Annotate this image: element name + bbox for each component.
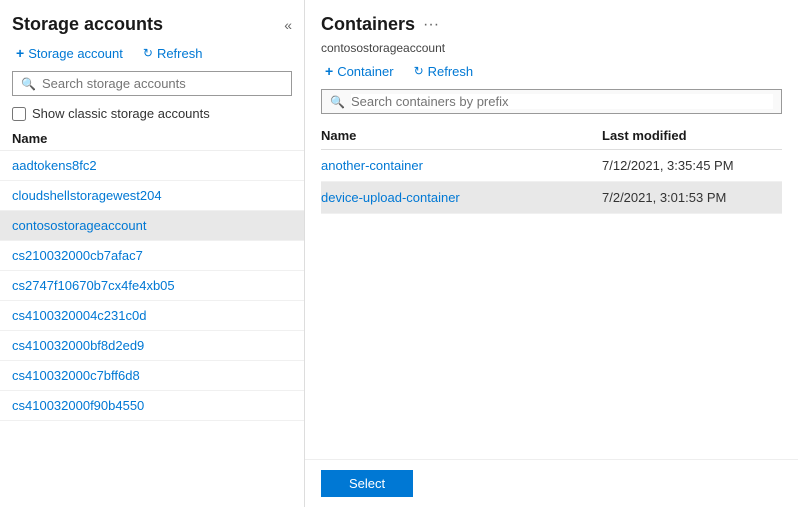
classic-accounts-checkbox-row: Show classic storage accounts [0, 102, 304, 127]
classic-accounts-label: Show classic storage accounts [32, 106, 210, 121]
left-search-input[interactable] [42, 76, 283, 91]
left-panel-title: Storage accounts [12, 14, 163, 35]
add-container-button[interactable]: + Container [321, 61, 398, 81]
add-container-plus-icon: + [325, 63, 333, 79]
left-toolbar: + Storage account ↻ Refresh [0, 43, 304, 71]
main-layout: Storage accounts « + Storage account ↻ R… [0, 0, 798, 507]
accounts-list-header: Name [0, 127, 304, 151]
add-storage-account-label: Storage account [28, 46, 123, 61]
account-list-item[interactable]: cs410032000bf8d2ed9 [0, 331, 304, 361]
right-panel: Containers ··· contosostorageaccount + C… [305, 0, 798, 507]
select-button[interactable]: Select [321, 470, 413, 497]
right-search-icon: 🔍 [330, 95, 345, 109]
table-row[interactable]: device-upload-container7/2/2021, 3:01:53… [321, 182, 782, 214]
right-panel-header: Containers ··· [305, 0, 798, 41]
right-refresh-icon: ↻ [414, 64, 424, 78]
account-list-item[interactable]: cloudshellstoragewest204 [0, 181, 304, 211]
classic-accounts-checkbox[interactable] [12, 107, 26, 121]
left-refresh-icon: ↻ [143, 46, 153, 60]
account-list-item[interactable]: aadtokens8fc2 [0, 151, 304, 181]
add-container-label: Container [337, 64, 393, 79]
right-search-box: 🔍 [321, 89, 782, 114]
right-refresh-label: Refresh [428, 64, 474, 79]
account-list-item[interactable]: cs210032000cb7afac7 [0, 241, 304, 271]
account-list-item[interactable]: cs2747f10670b7cx4fe4xb05 [0, 271, 304, 301]
more-options-icon[interactable]: ··· [423, 16, 439, 34]
containers-table-header: Name Last modified [321, 122, 782, 150]
account-list-item[interactable]: cs410032000c7bff6d8 [0, 361, 304, 391]
right-toolbar: + Container ↻ Refresh [305, 61, 798, 89]
col-header-name: Name [321, 128, 602, 143]
right-refresh-button[interactable]: ↻ Refresh [410, 62, 478, 81]
footer-bar: Select [305, 459, 798, 507]
right-search-container: 🔍 [305, 89, 798, 122]
left-refresh-button[interactable]: ↻ Refresh [139, 44, 207, 63]
account-list-item[interactable]: cs410032000f90b4550 [0, 391, 304, 421]
accounts-list: aadtokens8fc2cloudshellstoragewest204con… [0, 151, 304, 507]
container-modified-cell: 7/12/2021, 3:35:45 PM [602, 158, 782, 173]
right-panel-subtitle: contosostorageaccount [305, 41, 798, 61]
left-refresh-label: Refresh [157, 46, 203, 61]
add-storage-account-button[interactable]: + Storage account [12, 43, 127, 63]
left-search-icon: 🔍 [21, 77, 36, 91]
container-name-cell: another-container [321, 158, 602, 173]
account-list-item[interactable]: cs4100320004c231c0d [0, 301, 304, 331]
container-modified-cell: 7/2/2021, 3:01:53 PM [602, 190, 782, 205]
col-header-modified: Last modified [602, 128, 782, 143]
right-search-input[interactable] [351, 94, 773, 109]
containers-table: Name Last modified another-container7/12… [305, 122, 798, 459]
left-search-box: 🔍 [12, 71, 292, 96]
left-panel: Storage accounts « + Storage account ↻ R… [0, 0, 305, 507]
left-panel-header: Storage accounts « [0, 0, 304, 43]
plus-icon: + [16, 45, 24, 61]
right-title-row: Containers ··· [321, 14, 439, 35]
table-row[interactable]: another-container7/12/2021, 3:35:45 PM [321, 150, 782, 182]
container-name-cell: device-upload-container [321, 190, 602, 205]
account-list-item[interactable]: contosostorageaccount [0, 211, 304, 241]
collapse-icon[interactable]: « [284, 17, 292, 33]
left-search-container: 🔍 [0, 71, 304, 102]
right-panel-title: Containers [321, 14, 415, 35]
